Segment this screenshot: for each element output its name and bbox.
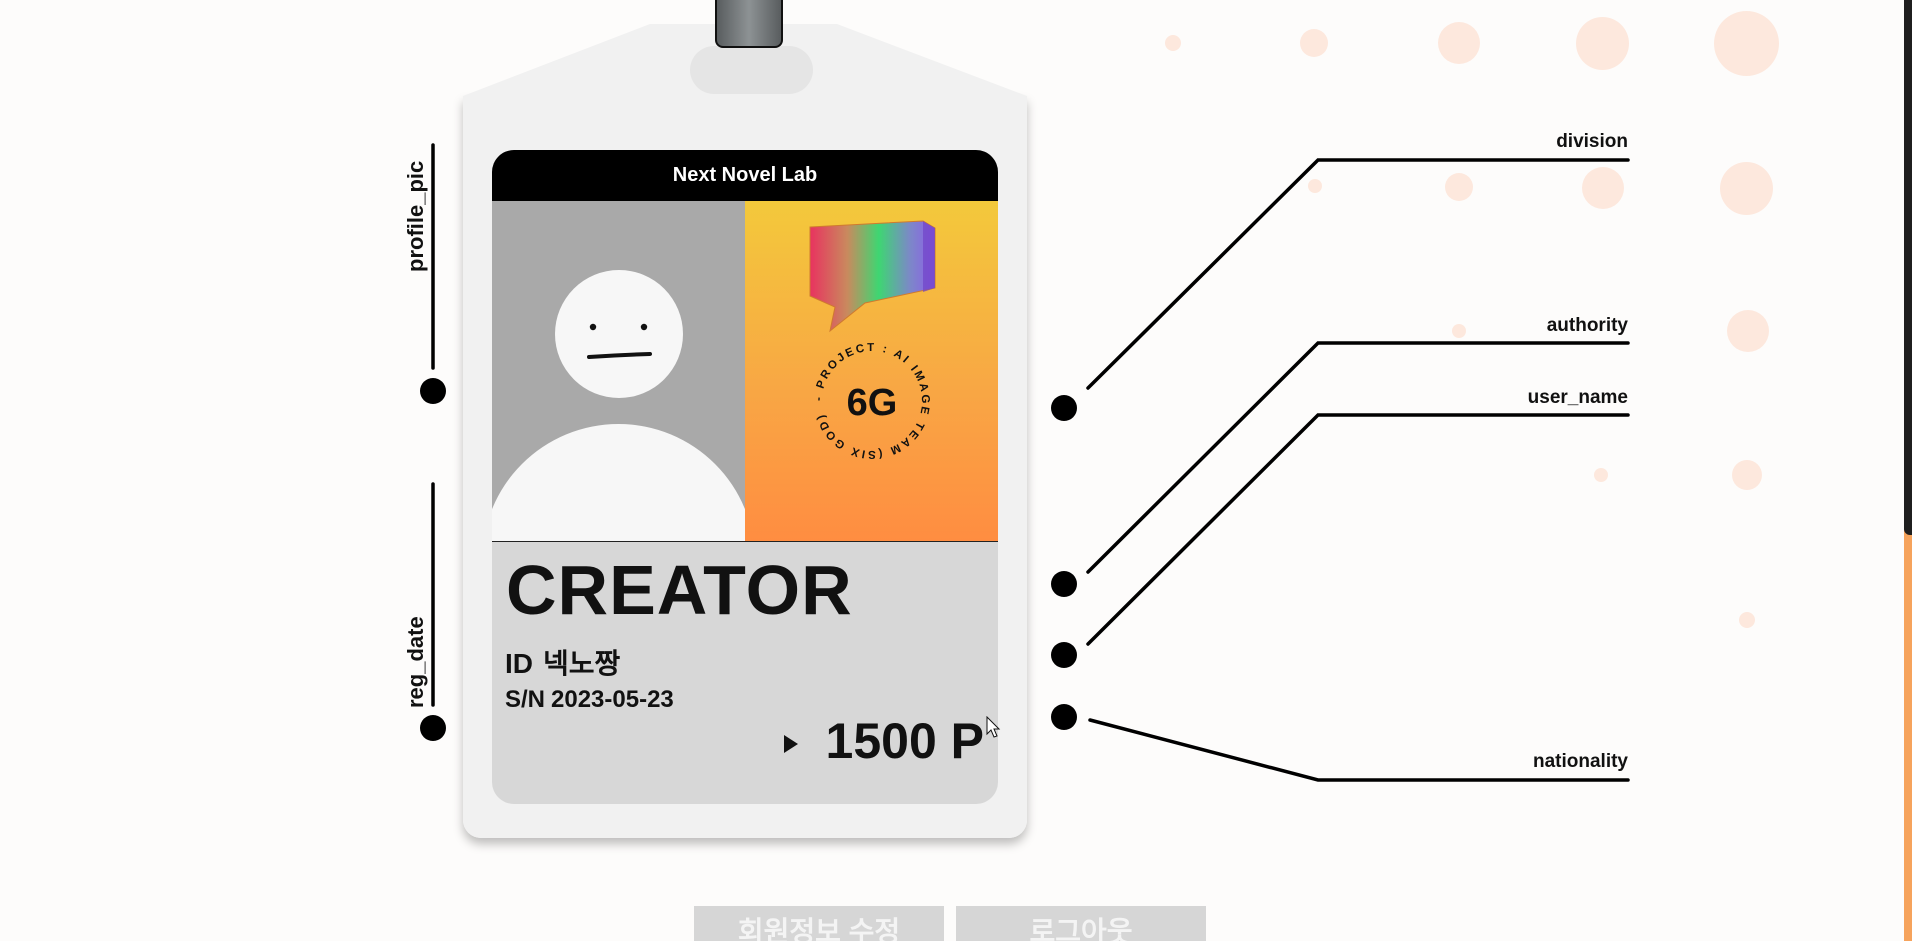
play-arrow-icon [784,735,798,753]
logout-button[interactable]: 로그아웃 [956,906,1206,941]
reg-date-label: reg_date [403,616,428,708]
emblem-center-text: 6G [847,382,898,424]
profile-photo [492,201,745,541]
user-points: 1500 P [825,713,984,769]
user-id-value: 넥노짱 [543,648,621,679]
authority-dot [1051,571,1077,597]
user-id-label: ID [505,648,533,679]
avatar-placeholder-icon [555,270,683,398]
badge-slot [690,46,813,94]
authority-label: authority [1546,315,1628,336]
lanyard-strap-icon [715,0,783,48]
division-dot [1051,395,1077,421]
card-separator [492,541,998,542]
profile-pic-label: profile_pic [403,160,428,272]
nationality-dot [1051,704,1077,730]
avatar-body [492,424,745,541]
serial-number: S/N 2023-05-23 [505,686,674,714]
profile-pic-dot [420,378,446,404]
user-name-dot [1051,642,1077,668]
6g-emblem-icon: - PROJECT : AI IMAGE TEAM (SIX GOD) 6G [813,342,929,460]
nationality-label: nationality [1532,751,1628,772]
scrollbar-thumb[interactable] [1904,0,1912,535]
division-label: division [1556,131,1628,152]
division-art: - PROJECT : AI IMAGE TEAM (SIX GOD) 6G [745,201,998,541]
serial-number-value: 2023-05-23 [551,686,674,713]
org-name: Next Novel Lab [492,150,998,201]
user-name-label: user_name [1527,387,1628,408]
edit-profile-button[interactable]: 회원정보 수정 [694,906,944,941]
user-id: ID 넥노짱 [505,642,620,682]
mouse-cursor-icon [986,716,1001,738]
user-role: CREATOR [506,551,853,629]
reg-date-dot [420,715,446,741]
serial-number-label: S/N [505,686,546,713]
id-card: Next Novel Lab - PROJECT: AI IMAGE TEAM… [492,150,998,804]
